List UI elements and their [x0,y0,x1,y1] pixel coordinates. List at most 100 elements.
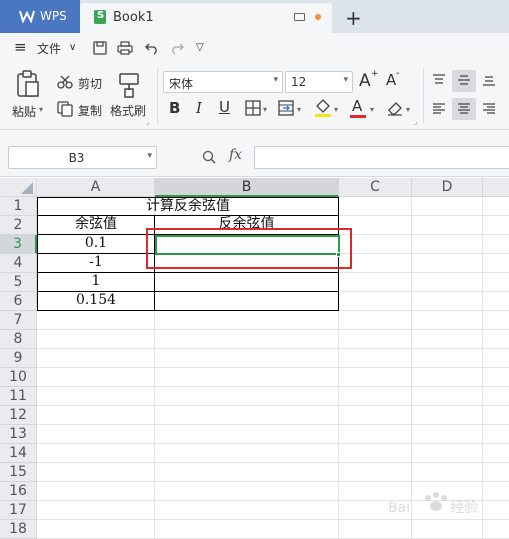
column-header-d[interactable]: D [412,178,483,197]
row-header-14[interactable]: 14 [0,444,37,463]
insert-function-button[interactable]: fx [229,147,242,163]
row-header-15[interactable]: 15 [0,463,37,482]
row-header-10[interactable]: 10 [0,368,37,387]
file-menu[interactable]: 文件 [37,40,61,57]
redo-icon[interactable] [170,41,184,55]
gridline [37,462,509,463]
copy-button[interactable]: 复制 [78,102,102,119]
cell-a5[interactable]: 1 [38,272,154,291]
gridline [37,405,509,406]
row-header-13[interactable]: 13 [0,425,37,444]
merge-dropdown-icon[interactable]: ▾ [297,105,301,114]
row-header-18[interactable]: 18 [0,520,37,539]
font-color-dropdown-icon[interactable]: ▾ [370,105,374,114]
column-header-a[interactable]: A [37,178,155,197]
baidu-watermark-logo: Bai 经验 [384,488,504,518]
column-header-e[interactable] [483,178,509,197]
formula-bar: B3 ▾ fx [0,131,509,177]
copy-icon[interactable] [57,101,73,117]
gridline [37,348,509,349]
cell-b5[interactable] [155,272,338,291]
gridline [37,367,509,368]
hamburger-menu-icon[interactable]: ≡ [14,38,27,56]
row-header-1[interactable]: 1 [0,197,37,216]
document-tab-book1[interactable]: Book1 [80,3,332,33]
select-all-corner[interactable] [0,178,37,197]
paste-icon[interactable] [16,70,40,98]
ribbon-toolbar: 粘贴 ▾ 剪切 复制 格式刷 ⌟ 宋体 ▾ 12 ▾ A + A - B I U… [0,62,509,130]
font-size-select[interactable]: 12 ▾ [285,71,353,93]
save-icon[interactable] [93,41,107,55]
underline-button[interactable]: U [219,98,230,116]
cell-a2-header[interactable]: 余弦值 [38,215,154,234]
formula-input[interactable] [254,146,509,169]
undo-icon[interactable] [145,41,159,55]
row-header-3[interactable]: 3 [0,235,37,254]
monitor-icon[interactable] [294,13,305,21]
font-name-value: 宋体 [169,77,194,91]
clear-format-eraser-icon[interactable] [387,100,403,116]
cell-a4[interactable]: -1 [38,253,154,272]
cell-a3[interactable]: 0.1 [38,234,154,253]
font-name-select[interactable]: 宋体 ▾ [163,71,283,93]
row-header-9[interactable]: 9 [0,349,37,368]
row-header-2[interactable]: 2 [0,216,37,235]
format-painter-icon[interactable] [118,72,140,98]
wps-app-tab[interactable]: WPS [0,0,80,33]
wps-tab-label: WPS [40,9,67,23]
grow-font-button[interactable]: A [359,71,371,91]
row-header-12[interactable]: 12 [0,406,37,425]
merge-cells-icon[interactable] [278,100,294,116]
fill-color-icon[interactable] [314,98,332,118]
align-top-icon[interactable] [432,74,446,86]
row-header-5[interactable]: 5 [0,273,37,292]
fill-color-dropdown-icon[interactable]: ▾ [334,105,338,114]
paste-dropdown-icon[interactable]: ▾ [39,105,43,114]
italic-button[interactable]: I [196,99,202,117]
align-left-icon[interactable] [432,103,446,115]
column-header-b[interactable]: B [155,178,339,197]
select-all-triangle-icon [21,182,33,194]
column-header-c[interactable]: C [339,178,412,197]
align-center-icon[interactable] [457,103,471,115]
borders-icon[interactable] [245,100,261,116]
toolbar-separator [157,68,158,124]
font-launcher-icon[interactable]: ⌟ [414,118,417,126]
row-header-8[interactable]: 8 [0,330,37,349]
scissors-icon[interactable] [57,75,73,89]
row-header-4[interactable]: 4 [0,254,37,273]
clipboard-launcher-icon[interactable]: ⌟ [146,118,149,126]
chevron-down-icon: ▾ [273,75,278,85]
row-header-17[interactable]: 17 [0,501,37,520]
cell-b6[interactable] [155,291,338,310]
row-header-11[interactable]: 11 [0,387,37,406]
spreadsheet-doc-icon [94,10,106,24]
wps-logo-icon [19,10,35,23]
quick-access-more-icon[interactable]: ▽ [196,42,204,53]
format-painter-button[interactable]: 格式刷 [110,102,146,119]
cut-button[interactable]: 剪切 [78,75,102,92]
font-color-button[interactable]: A [352,97,362,115]
name-box-value: B3 [68,151,85,165]
cell-a1-title[interactable]: 计算反余弦值 [38,197,338,216]
row-header-7[interactable]: 7 [0,311,37,330]
grow-font-plus-icon: + [371,69,379,79]
file-menu-chevron-icon[interactable]: ∨ [69,42,76,53]
print-icon[interactable] [117,41,133,55]
row-header-6[interactable]: 6 [0,292,37,311]
row-header-16[interactable]: 16 [0,482,37,501]
chevron-down-icon: ▾ [147,151,152,161]
align-right-icon[interactable] [482,103,496,115]
clear-dropdown-icon[interactable]: ▾ [406,105,410,114]
align-bottom-icon[interactable] [482,74,496,86]
new-tab-button[interactable]: + [345,6,362,30]
shrink-font-button[interactable]: A [386,71,396,89]
name-box[interactable]: B3 ▾ [8,146,157,169]
chevron-down-icon: ▾ [343,75,348,85]
bold-button[interactable]: B [169,99,180,117]
paste-button[interactable]: 粘贴 [12,103,36,120]
borders-dropdown-icon[interactable]: ▾ [263,105,267,114]
align-middle-icon[interactable] [457,74,471,86]
zoom-formula-icon[interactable] [202,150,218,164]
cell-a6[interactable]: 0.154 [38,291,154,310]
